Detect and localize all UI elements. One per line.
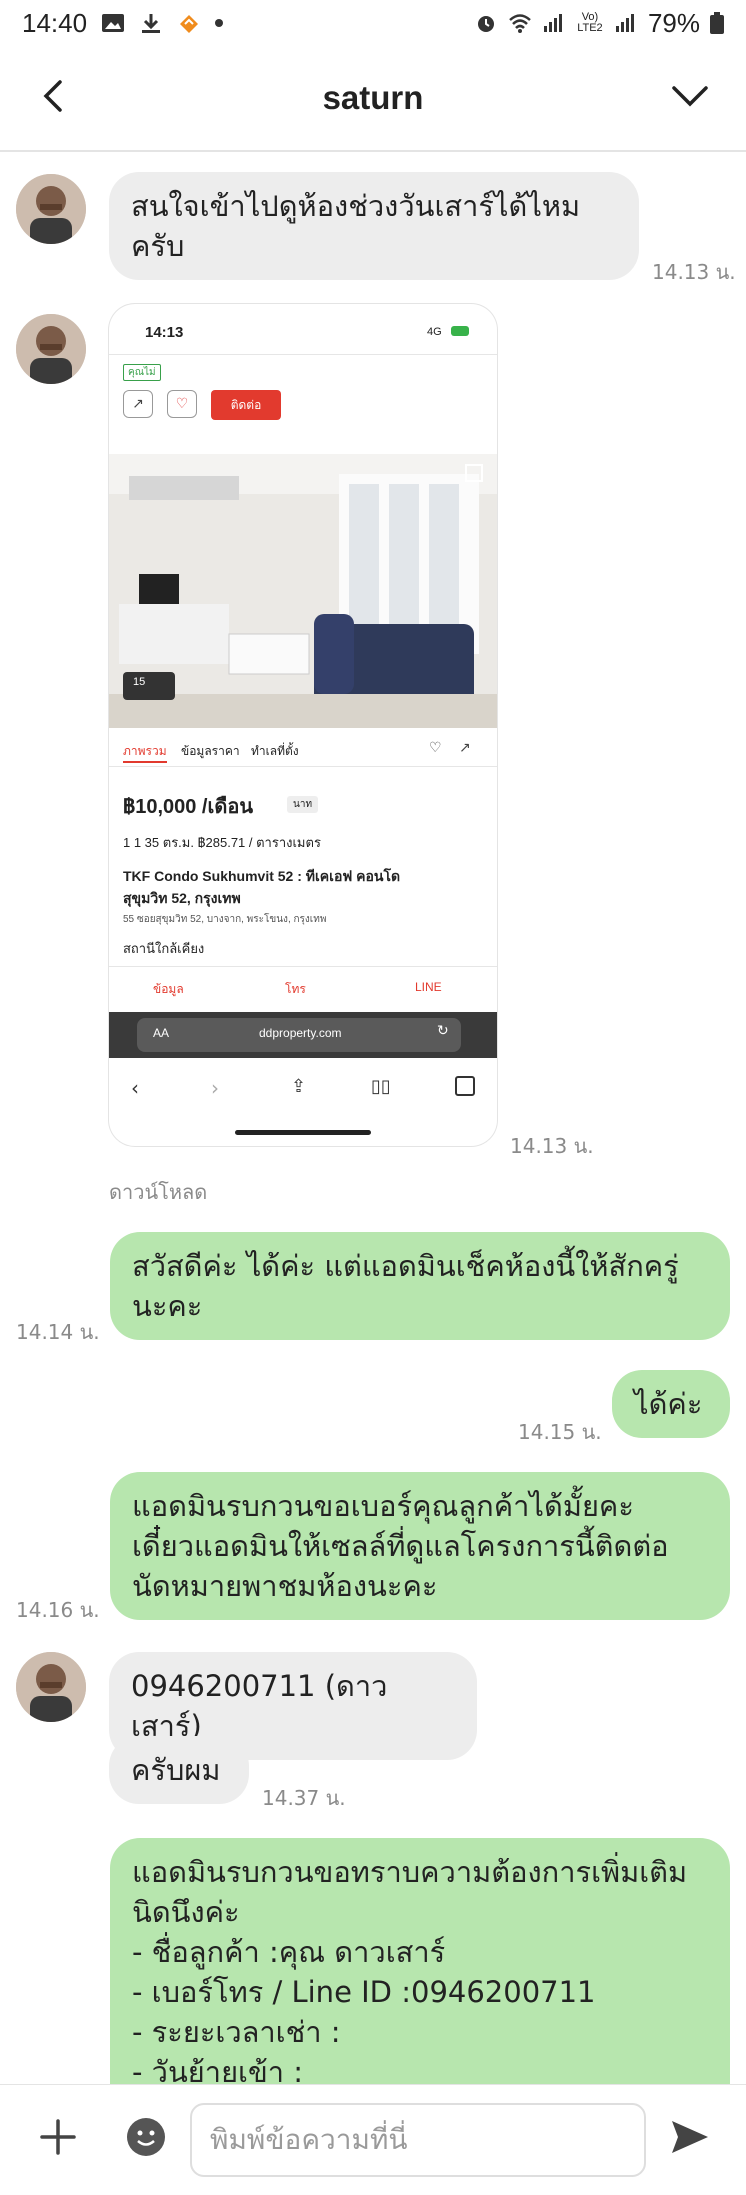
screenshot-share-icon: ⇪ — [291, 1076, 307, 1097]
share-icon: ↗ — [123, 390, 153, 418]
avatar-photo-icon — [16, 314, 86, 384]
chat-list: สนใจเข้าไปดูห้องช่วงวันเสาร์ได้ไหม ครับ … — [0, 152, 746, 2084]
battery-icon — [710, 12, 724, 34]
screenshot-forward-icon: › — [211, 1076, 219, 1100]
wifi-icon — [509, 14, 531, 33]
signal-icon-2 — [615, 14, 634, 32]
screenshot-specs: 1 1 35 ตร.ม. ฿285.71 / ตารางเมตร — [123, 835, 321, 850]
shared-screenshot-image[interactable]: 14:13 4G คุณไม่ ↗ ♡ ติดต่อ 15 ภาพรวม ข้อ… — [109, 304, 497, 1146]
message-text-line: ได้ค่ะ — [634, 1387, 703, 1421]
screenshot-name-line2: สุขุมวิท 52, กรุงเทพ — [123, 890, 241, 906]
signal-icon — [543, 14, 562, 32]
screenshot-tab-price: ข้อมูลราคา — [181, 744, 240, 758]
message-text-line: แอดมินรบกวนขอทราบความต้องการเพิ่มเติม — [132, 1855, 688, 1889]
message-time: 14.13 น. — [652, 260, 736, 284]
screenshot-time: 14:13 — [145, 324, 184, 341]
divider — [109, 766, 497, 767]
battery-level: 79% — [647, 7, 700, 38]
message-bubble[interactable]: ครับผม — [109, 1736, 249, 1804]
notification-dot-icon — [215, 19, 224, 27]
message-text-line: แอดมินรบกวนขอเบอร์คุณลูกค้าได้มั้ยคะ — [132, 1489, 634, 1523]
message-text-line: เดี๋ยวแอดมินให้เซลล์ที่ดูแลโครงการนี้ติด… — [132, 1529, 669, 1563]
tab-heart-icon: ♡ — [429, 740, 442, 756]
message-text-line: - เบอร์โทร / Line ID :0946200711 — [132, 1975, 596, 2009]
message-time: 14.16 น. — [16, 1598, 100, 1622]
message-time: 14.15 น. — [518, 1420, 602, 1444]
contact-button: ติดต่อ — [211, 390, 281, 420]
fullscreen-icon — [465, 464, 483, 482]
message-text-line: นะคะ — [132, 1289, 203, 1323]
status-time: 14:40 — [22, 7, 88, 38]
screenshot-battery-icon — [451, 326, 469, 336]
download-icon — [142, 14, 161, 33]
message-text-line: 0946200711 (ดาวเสาร์) — [131, 1669, 388, 1743]
screenshot-tab-overview: ภาพรวม — [123, 742, 167, 763]
gallery-icon — [102, 14, 125, 32]
screenshot-home-indicator — [235, 1130, 371, 1135]
room-photo — [109, 454, 497, 728]
network-label: Vo) LTE2 — [577, 11, 603, 34]
avatar[interactable] — [16, 174, 86, 244]
tab-share-icon: ↗ — [459, 740, 471, 756]
message-input-placeholder: พิมพ์ข้อความที่นี่ — [210, 2123, 408, 2156]
screenshot-reload-icon: ↻ — [437, 1023, 449, 1039]
screenshot-price-badge: นาท — [287, 796, 319, 813]
message-time: 14.14 น. — [16, 1320, 100, 1344]
screenshot-back-icon: ‹ — [131, 1076, 139, 1100]
app-icon — [180, 15, 199, 33]
back-arrow-icon[interactable] — [34, 76, 74, 116]
alarm-icon — [477, 16, 494, 32]
screenshot-tabs-icon — [455, 1076, 475, 1096]
chat-title: saturn — [322, 79, 424, 116]
divider — [109, 354, 497, 355]
screenshot-action-info: ข้อมูล — [153, 982, 184, 996]
message-text-line: สนใจเข้าไปดูห้องช่วงวันเสาร์ได้ไหม — [131, 189, 581, 223]
plus-icon[interactable] — [36, 2115, 80, 2159]
screenshot-action-call: โทร — [285, 982, 306, 996]
message-input[interactable]: พิมพ์ข้อความที่นี่ — [190, 2103, 646, 2177]
message-text-line: - ชื่อลูกค้า :คุณ ดาวเสาร์ — [132, 1935, 446, 1969]
message-bubble[interactable]: แอดมินรบกวนขอเบอร์คุณลูกค้าได้มั้ยคะ เดี… — [110, 1472, 730, 1620]
screenshot-action-line: LINE — [415, 980, 442, 994]
screenshot-tab-location: ทำเลที่ตั้ง — [251, 744, 299, 758]
message-time: 14.37 น. — [262, 1786, 346, 1810]
screenshot-station: สถานีใกล้เคียง — [123, 941, 205, 956]
message-bubble[interactable]: สวัสดีค่ะ ได้ค่ะ แต่แอดมินเช็คห้องนี้ให้… — [110, 1232, 730, 1340]
message-bubble[interactable]: ได้ค่ะ — [612, 1370, 730, 1438]
screenshot-bookmarks-icon: ▯▯ — [371, 1076, 391, 1097]
status-bar: 14:40 Vo) LTE2 79% — [0, 0, 746, 46]
screenshot-aa: AA — [153, 1026, 170, 1040]
screenshot-url: ddproperty.com — [259, 1026, 342, 1040]
screenshot-network: 4G — [427, 326, 442, 338]
message-composer: พิมพ์ข้อความที่นี่ — [0, 2084, 746, 2195]
chevron-down-icon[interactable] — [668, 76, 712, 116]
message-text-line: สวัสดีค่ะ ได้ค่ะ แต่แอดมินเช็คห้องนี้ให้… — [132, 1249, 679, 1283]
divider — [109, 966, 497, 967]
message-text-line: - วันย้ายเข้า : — [132, 2055, 304, 2084]
message-text-line: ครับผม — [131, 1753, 221, 1787]
message-time: 14.13 น. — [510, 1134, 594, 1158]
avatar[interactable] — [16, 1652, 86, 1722]
avatar-photo-icon — [16, 174, 86, 244]
message-bubble[interactable]: สนใจเข้าไปดูห้องช่วงวันเสาร์ได้ไหม ครับ — [109, 172, 639, 280]
screenshot-tag: คุณไม่ — [123, 364, 161, 381]
screenshot-name-line1: TKF Condo Sukhumvit 52 : ทีเคเอฟ คอนโด — [123, 868, 401, 884]
heart-icon: ♡ — [167, 390, 197, 418]
emoji-icon[interactable] — [126, 2117, 166, 2157]
send-icon[interactable] — [668, 2115, 712, 2159]
screenshot-address: 55 ซอยสุขุมวิท 52, บางจาก, พระโขนง, กรุง… — [123, 914, 327, 925]
message-text-line: นิดนึงค่ะ — [132, 1895, 240, 1929]
message-text-line: ครับ — [131, 229, 185, 263]
download-link[interactable]: ดาวน์โหลด — [109, 1176, 207, 1208]
message-text-line: นัดหมายพาชมห้องนะคะ — [132, 1569, 438, 1603]
avatar[interactable] — [16, 314, 86, 384]
avatar-photo-icon — [16, 1652, 86, 1722]
message-bubble[interactable]: แอดมินรบกวนขอทราบความต้องการเพิ่มเติม นิ… — [110, 1838, 730, 2084]
screenshot-price: ฿10,000 /เดือน — [123, 796, 253, 818]
chat-header: saturn — [0, 46, 746, 152]
photo-count: 15 — [133, 676, 146, 688]
message-text-line: - ระยะเวลาเช่า : — [132, 2015, 341, 2049]
